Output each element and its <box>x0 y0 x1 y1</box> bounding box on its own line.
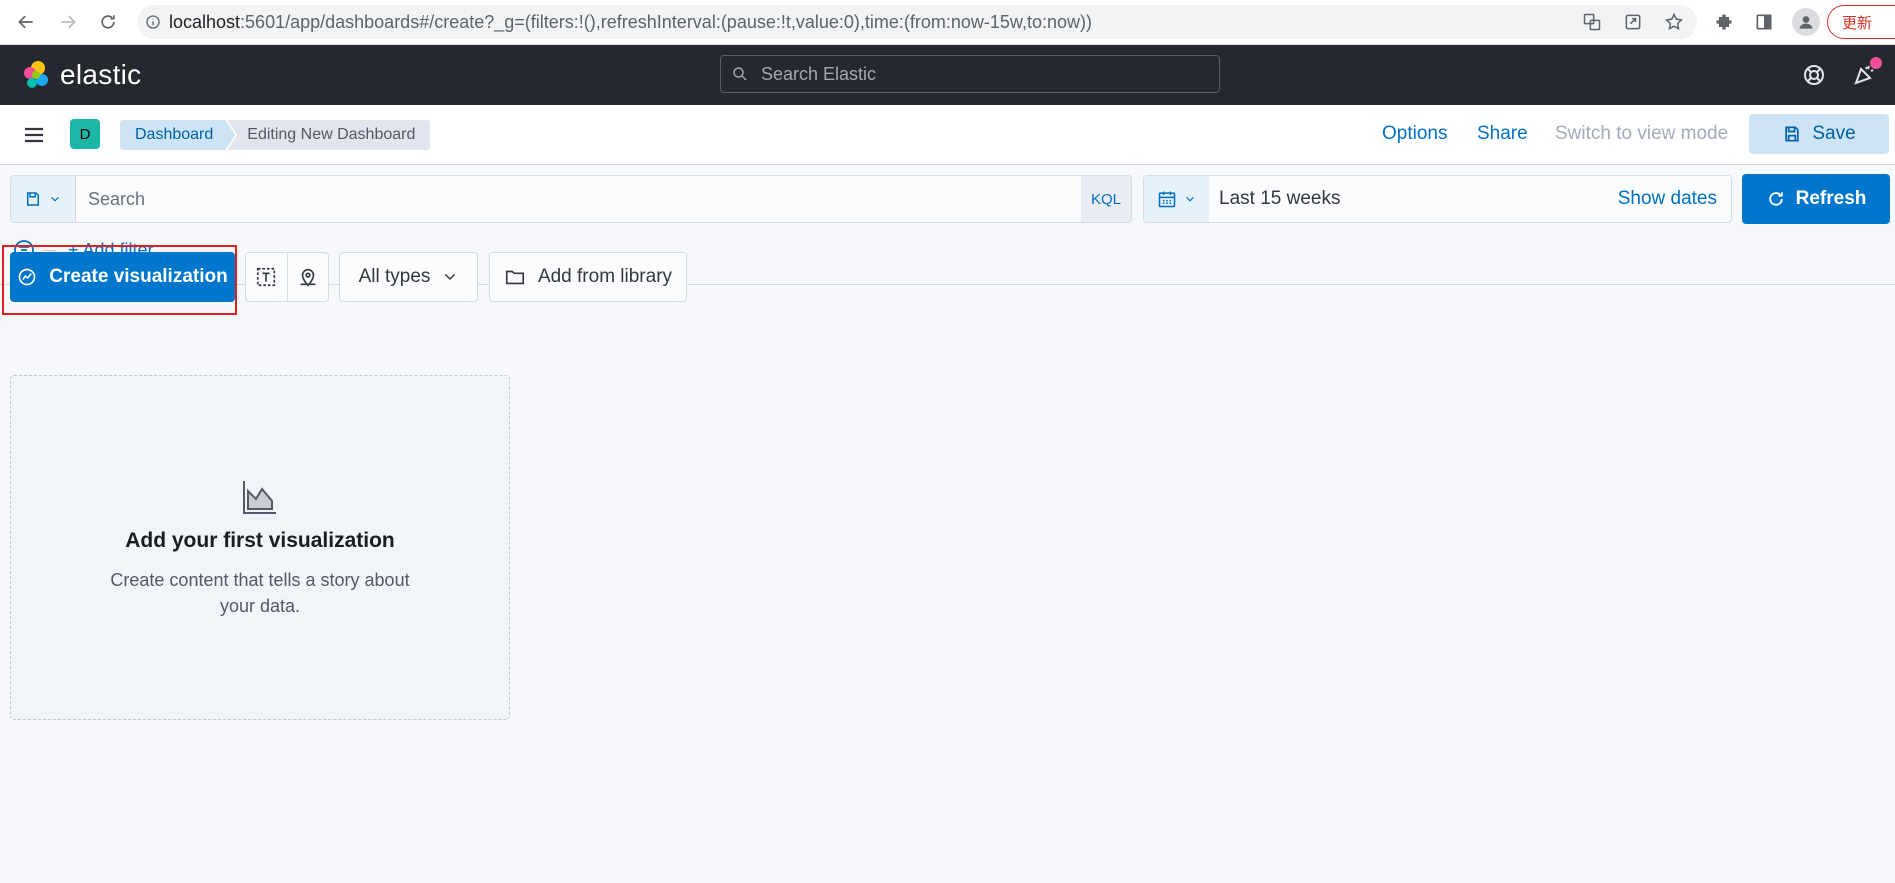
map-pin-icon <box>300 268 316 287</box>
search-icon <box>733 67 747 81</box>
bookmark-star-icon[interactable] <box>1662 10 1686 34</box>
chevron-down-icon <box>445 273 456 281</box>
switch-to-view-mode-link[interactable]: Switch to view mode <box>1555 123 1728 145</box>
refresh-icon <box>1768 192 1783 206</box>
save-query-icon <box>27 192 39 206</box>
time-picker: Last 15 weeks Show dates <box>1143 175 1732 223</box>
space-avatar[interactable]: D <box>70 119 100 149</box>
add-from-library-label: Add from library <box>537 266 673 287</box>
global-search-input[interactable] <box>761 63 1201 85</box>
text-icon <box>257 267 276 287</box>
elastic-logo[interactable]: elastic <box>20 59 141 91</box>
maps-button[interactable] <box>286 253 329 301</box>
refresh-label: Refresh <box>1795 188 1867 209</box>
site-info-icon[interactable] <box>137 14 169 30</box>
elastic-header: elastic <box>0 45 1895 105</box>
extensions-icon[interactable] <box>1712 10 1736 34</box>
empty-panel-title: Add your first visualization <box>125 528 395 552</box>
visualize-app-icon <box>18 268 36 286</box>
options-link[interactable]: Options <box>1382 123 1447 145</box>
hamburger-menu-icon[interactable] <box>22 123 46 147</box>
refresh-button[interactable]: Refresh <box>1742 174 1890 224</box>
dashboard-main: KQL Last 15 weeks Show dates Refresh + A… <box>0 165 1895 883</box>
query-language-button[interactable]: KQL <box>1081 176 1131 222</box>
url-text[interactable]: localhost:5601/app/dashboards#/create?_g… <box>169 12 1092 33</box>
translate-icon[interactable] <box>1580 10 1604 34</box>
address-bar[interactable]: localhost:5601/app/dashboards#/create?_g… <box>137 5 1697 39</box>
saved-query-button[interactable] <box>11 176 76 222</box>
elastic-logo-icon <box>24 61 48 88</box>
empty-dashboard-panel: Add your first visualization Create cont… <box>10 375 510 720</box>
profile-avatar-icon[interactable] <box>1792 8 1820 36</box>
help-icon[interactable] <box>1802 63 1826 87</box>
text-panel-button[interactable] <box>246 253 287 301</box>
share-page-icon[interactable] <box>1621 10 1645 34</box>
browser-update-button[interactable]: 更新 <box>1827 5 1895 39</box>
breadcrumb-dashboard[interactable]: Dashboard <box>120 120 235 150</box>
query-bar: KQL <box>10 175 1132 223</box>
quick-create-group <box>245 252 329 302</box>
save-icon <box>1785 126 1800 142</box>
chevron-down-icon <box>51 196 59 202</box>
update-label: 更新 <box>1842 14 1873 32</box>
calendar-icon <box>1158 191 1175 208</box>
notification-badge <box>1870 57 1882 69</box>
all-types-label: All types <box>358 266 431 287</box>
show-dates-link[interactable]: Show dates <box>1618 176 1731 222</box>
query-search-input[interactable] <box>88 188 1081 210</box>
empty-panel-description: Create content that tells a story about … <box>110 569 410 616</box>
forward-icon[interactable] <box>54 8 82 36</box>
create-visualization-button[interactable]: Create visualization <box>10 252 235 302</box>
logo-text: elastic <box>60 59 142 90</box>
save-button[interactable]: Save <box>1749 114 1889 154</box>
folder-icon <box>505 270 525 285</box>
add-from-library-button[interactable]: Add from library <box>489 252 687 302</box>
browser-toolbar: localhost:5601/app/dashboards#/create?_g… <box>0 0 1895 45</box>
query-input-wrapper <box>76 176 1081 222</box>
reload-icon[interactable] <box>94 8 122 36</box>
share-link[interactable]: Share <box>1477 123 1528 145</box>
back-icon[interactable] <box>12 8 40 36</box>
all-types-dropdown[interactable]: All types <box>339 252 478 302</box>
time-range-label[interactable]: Last 15 weeks <box>1209 176 1618 222</box>
app-header: D Dashboard Editing New Dashboard Option… <box>0 105 1895 165</box>
area-chart-icon <box>243 480 276 514</box>
side-panel-icon[interactable] <box>1752 10 1776 34</box>
create-visualization-label: Create visualization <box>49 266 228 287</box>
global-search[interactable] <box>720 55 1220 93</box>
quick-select-button[interactable] <box>1144 176 1209 222</box>
breadcrumb: Dashboard Editing New Dashboard <box>120 120 431 150</box>
chevron-down-icon <box>1185 196 1194 202</box>
breadcrumb-editing: Editing New Dashboard <box>227 120 431 150</box>
save-label: Save <box>1812 123 1856 144</box>
